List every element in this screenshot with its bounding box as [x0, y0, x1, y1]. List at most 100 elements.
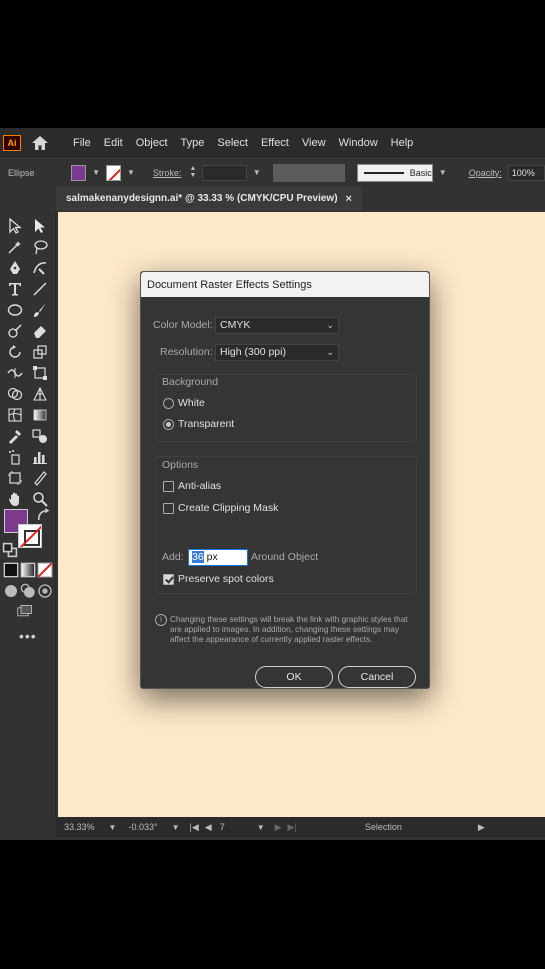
stroke-weight-input[interactable] — [202, 164, 247, 181]
color-model-select[interactable]: CMYK ⌄ — [215, 317, 339, 334]
variable-width-profile[interactable] — [272, 163, 345, 182]
gradient-mode-icon[interactable] — [20, 562, 36, 578]
stroke-swatch[interactable] — [106, 164, 121, 181]
opacity-label[interactable]: Opacity: — [469, 168, 502, 178]
selection-tool-icon[interactable] — [7, 218, 23, 234]
transparent-label[interactable]: Transparent — [178, 418, 234, 430]
document-tab[interactable]: salmakenanydesignn.ai* @ 33.33 % (CMYK/C… — [56, 186, 362, 211]
eyedropper-icon[interactable] — [7, 428, 23, 444]
white-radio[interactable] — [163, 398, 174, 409]
magic-wand-icon[interactable] — [7, 239, 23, 255]
gradient-tool-icon[interactable] — [32, 407, 48, 423]
chevron-down-icon[interactable]: ▼ — [253, 168, 261, 177]
brush-label: Basic — [409, 167, 432, 178]
direct-selection-tool-icon[interactable] — [32, 218, 48, 234]
blend-tool-icon[interactable] — [32, 428, 48, 444]
chevron-down-icon[interactable]: ▼ — [109, 823, 117, 832]
artboard-tool-icon[interactable] — [7, 470, 23, 486]
stroke-stepper[interactable]: ▲ ▼ — [187, 165, 198, 181]
menu-file[interactable]: File — [73, 137, 91, 149]
type-tool-icon[interactable] — [7, 281, 23, 297]
scale-tool-icon[interactable] — [32, 344, 48, 360]
zoom-level[interactable]: 33.33% — [64, 822, 95, 832]
preserve-spot-label[interactable]: Preserve spot colors — [178, 573, 274, 585]
menu-help[interactable]: Help — [391, 137, 414, 149]
eraser-icon[interactable] — [32, 323, 48, 339]
clipping-mask-label[interactable]: Create Clipping Mask — [178, 502, 278, 514]
menu-edit[interactable]: Edit — [104, 137, 123, 149]
swap-arrow-icon[interactable] — [36, 508, 50, 521]
column-graph-icon[interactable] — [32, 449, 48, 465]
lasso-icon[interactable] — [32, 239, 48, 255]
first-artboard-icon[interactable]: |◀ — [190, 822, 199, 833]
stroke-color-swatch[interactable] — [18, 524, 42, 548]
line-tool-icon[interactable] — [32, 281, 48, 297]
curvature-tool-icon[interactable] — [32, 260, 48, 276]
menu-type[interactable]: Type — [181, 137, 205, 149]
white-label[interactable]: White — [178, 397, 205, 409]
default-colors-icon[interactable] — [2, 542, 18, 558]
close-icon[interactable]: × — [346, 193, 352, 205]
perspective-grid-icon[interactable] — [32, 386, 48, 402]
width-tool-icon[interactable] — [7, 365, 23, 381]
draw-behind-icon[interactable] — [20, 583, 35, 598]
chevron-down-icon: ⌄ — [326, 347, 334, 357]
stroke-label[interactable]: Stroke: — [153, 168, 182, 178]
preserve-spot-checkbox[interactable] — [163, 574, 174, 585]
fill-swatch[interactable] — [71, 164, 87, 181]
menu-effect[interactable]: Effect — [261, 137, 289, 149]
background-label: Background — [162, 376, 219, 388]
dialog-title-bar[interactable]: Document Raster Effects Settings — [141, 272, 429, 297]
status-bar: 33.33% ▼ -0.033° ▼ |◀ ◀ 7 ▼ ▶ ▶| Selecti… — [56, 817, 545, 837]
pen-tool-icon[interactable] — [7, 260, 23, 276]
hand-tool-icon[interactable] — [7, 491, 23, 507]
shape-builder-icon[interactable] — [7, 386, 23, 402]
document-tab-title: salmakenanydesignn.ai* @ 33.33 % (CMYK/C… — [66, 193, 338, 204]
draw-inside-icon[interactable] — [37, 583, 52, 598]
rotate-tool-icon[interactable] — [7, 344, 23, 360]
color-mode-icon[interactable] — [3, 562, 19, 578]
document-tab-bar: salmakenanydesignn.ai* @ 33.33 % (CMYK/C… — [56, 186, 545, 211]
none-mode-icon[interactable] — [37, 562, 53, 578]
resolution-select[interactable]: High (300 ppi) ⌄ — [215, 344, 339, 361]
chevron-down-icon: ⌄ — [326, 320, 334, 330]
anti-alias-label[interactable]: Anti-alias — [178, 480, 221, 492]
opacity-input[interactable]: 100% — [507, 164, 545, 181]
menu-object[interactable]: Object — [136, 137, 168, 149]
draw-normal-icon[interactable] — [3, 583, 17, 597]
free-transform-icon[interactable] — [32, 365, 48, 381]
zoom-tool-icon[interactable] — [32, 491, 48, 507]
symbol-sprayer-icon[interactable] — [7, 449, 23, 465]
anti-alias-checkbox[interactable] — [163, 481, 174, 492]
chevron-down-icon[interactable]: ▼ — [257, 823, 265, 832]
menu-view[interactable]: View — [302, 137, 326, 149]
ok-button[interactable]: OK — [255, 666, 333, 688]
artboard-number[interactable]: 7 — [220, 822, 225, 832]
options-label: Options — [162, 459, 199, 471]
clipping-mask-checkbox[interactable] — [163, 503, 174, 514]
previous-artboard-icon[interactable]: ◀ — [205, 822, 212, 833]
more-tools-icon[interactable]: ••• — [19, 628, 37, 644]
last-artboard-icon[interactable]: ▶| — [288, 822, 297, 833]
menu-select[interactable]: Select — [217, 137, 248, 149]
chevron-down-icon[interactable]: ▼ — [172, 823, 180, 832]
brush-definition[interactable]: Basic — [356, 163, 433, 182]
color-model-label: Color Model: — [153, 319, 213, 331]
play-icon[interactable]: ▶ — [478, 822, 485, 833]
mesh-tool-icon[interactable] — [7, 407, 23, 423]
chevron-down-icon[interactable]: ▼ — [439, 168, 447, 177]
chevron-down-icon[interactable]: ▼ — [127, 168, 135, 177]
rotation-value[interactable]: -0.033° — [128, 822, 157, 832]
menu-window[interactable]: Window — [339, 137, 378, 149]
next-artboard-icon[interactable]: ▶ — [275, 822, 282, 833]
add-around-input[interactable]: 36 px — [188, 549, 248, 566]
screen-mode-icon[interactable] — [17, 603, 37, 619]
home-icon[interactable] — [31, 135, 49, 151]
ellipse-tool-icon[interactable] — [7, 302, 23, 318]
cancel-button[interactable]: Cancel — [338, 666, 416, 688]
shaper-tool-icon[interactable] — [7, 323, 23, 339]
slice-tool-icon[interactable] — [32, 470, 48, 486]
transparent-radio[interactable] — [163, 419, 174, 430]
paintbrush-icon[interactable] — [32, 302, 48, 318]
chevron-down-icon[interactable]: ▼ — [92, 168, 100, 177]
